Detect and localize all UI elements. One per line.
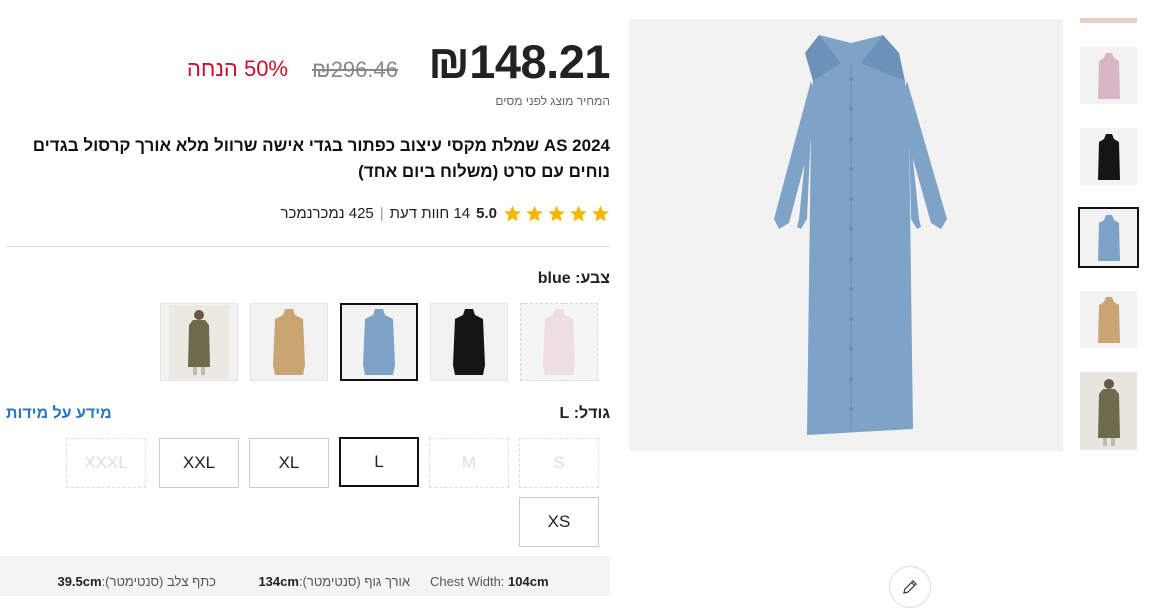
star-icon	[526, 205, 543, 221]
original-price: ₪296.46	[312, 57, 398, 82]
measure-chest: Chest Width: 104cm	[430, 574, 549, 589]
thumbnail-blue[interactable]	[1078, 207, 1139, 268]
size-label-text: גודל:	[573, 405, 610, 422]
size-option-m[interactable]: M	[429, 438, 509, 488]
color-swatch-blue[interactable]	[340, 303, 418, 381]
section-divider	[6, 246, 610, 247]
thumb-olive-image	[1080, 372, 1137, 450]
size-label: גודל: L	[440, 405, 610, 423]
thumbnail-black[interactable]	[1080, 128, 1137, 185]
review-count[interactable]: 14 חוות דעת	[390, 205, 470, 222]
thumbnail-camel[interactable]	[1080, 291, 1137, 348]
thumb-pink-image	[1097, 52, 1120, 99]
size-guide-link[interactable]: מידע על מידות	[6, 405, 166, 423]
rating-value: 5.0	[476, 204, 497, 222]
measure-shoulder: כתף צלב (סנטימטר):39.5cm	[44, 574, 216, 589]
measure-chest-value: 104cm	[508, 574, 549, 589]
dress-blue-main-image	[774, 35, 947, 435]
dress-camel-image	[273, 309, 305, 375]
dress-pink-image	[543, 309, 575, 375]
measure-shoulder-value: 39.5cm	[57, 574, 102, 589]
star-icon	[504, 205, 521, 221]
color-swatch-olive[interactable]	[160, 303, 238, 381]
dress-black-image	[453, 309, 485, 375]
size-option-xs[interactable]: XS	[519, 497, 599, 547]
thumb-blue-image	[1097, 214, 1120, 261]
size-option-s[interactable]: S	[519, 438, 599, 488]
size-option-xxxl[interactable]: XXXL	[66, 438, 146, 488]
sold-count: 425 נמכרנמכר	[280, 204, 374, 222]
tax-note: המחיר מוצג לפני מסים	[495, 94, 610, 108]
size-option-xl[interactable]: XL	[249, 438, 329, 488]
pencil-icon	[903, 580, 917, 594]
size-selected: L	[559, 405, 570, 422]
edit-button[interactable]	[889, 566, 931, 608]
star-icon	[548, 205, 565, 221]
rating-stars	[503, 204, 610, 223]
dress-olive-image	[169, 305, 229, 379]
discount-badge: 50% הנחה	[186, 56, 288, 81]
dress-blue-image	[363, 309, 395, 375]
color-selected: blue	[537, 270, 571, 287]
thumbnail-olive[interactable]	[1080, 372, 1137, 450]
color-label: צבע: blue	[440, 270, 610, 288]
thumbnail-partial[interactable]	[1080, 18, 1137, 23]
product-title: AS 2024 שמלת מקסי עיצוב כפתור בגדי אישה …	[32, 136, 610, 181]
thumbnail-pink[interactable]	[1080, 47, 1137, 104]
color-swatch-black[interactable]	[430, 303, 508, 381]
current-price: ₪148.21	[428, 35, 610, 88]
measure-length: אורך גוף (סנטימטר):134cm	[242, 574, 410, 589]
color-label-text: צבע:	[575, 270, 610, 287]
measure-shoulder-label: כתף צלב (סנטימטר):	[101, 574, 216, 589]
main-product-image[interactable]	[629, 19, 1063, 451]
rating-row: 5.0 14 חוות דעת | 425 נמכרנמכר	[240, 201, 610, 225]
color-swatch-camel[interactable]	[250, 303, 328, 381]
divider-pipe: |	[379, 204, 384, 222]
color-swatch-pink[interactable]	[520, 303, 598, 381]
thumb-camel-image	[1097, 296, 1120, 343]
size-option-xxl[interactable]: XXL	[159, 438, 239, 488]
size-option-l[interactable]: L	[339, 437, 419, 487]
measure-chest-label: Chest Width:	[430, 574, 505, 589]
star-icon	[570, 205, 587, 221]
measure-length-value: 134cm	[258, 574, 299, 589]
measure-length-label: אורך גוף (סנטימטר):	[298, 574, 410, 589]
thumb-black-image	[1097, 133, 1120, 180]
star-icon	[592, 205, 609, 221]
